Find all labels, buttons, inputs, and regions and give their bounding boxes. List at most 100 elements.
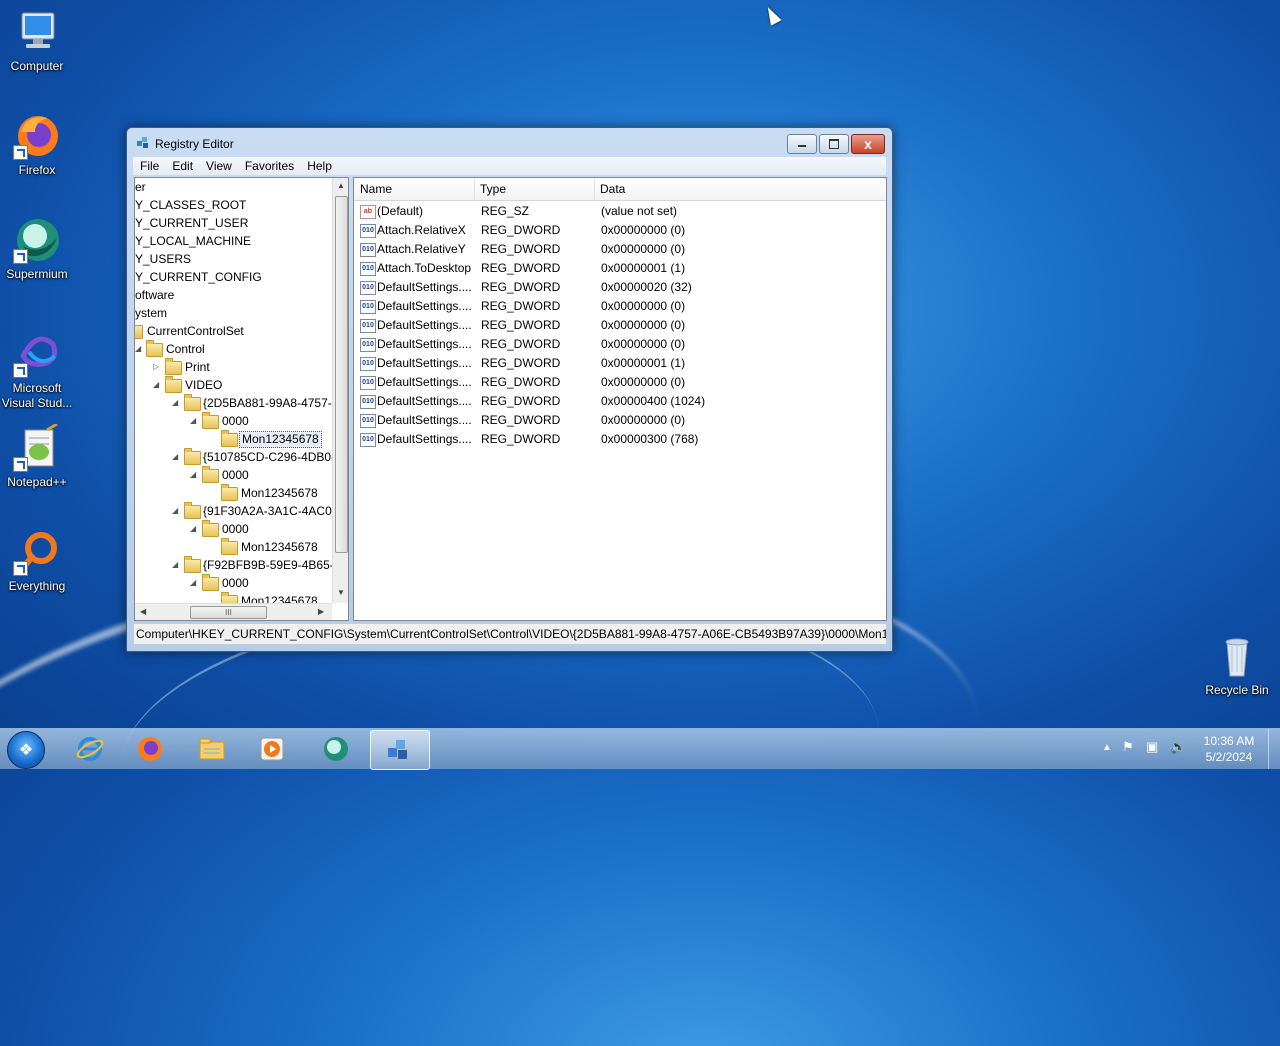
network-icon[interactable]: ▣ [1146, 739, 1158, 755]
taskbar-media-player[interactable] [244, 730, 302, 768]
desktop-icon-label: Everything [8, 579, 66, 593]
desktop-icon-everything[interactable]: Everything [0, 528, 74, 594]
expand-arrow-icon[interactable]: ◢ [172, 556, 178, 574]
registry-editor-icon [136, 136, 150, 150]
list-row[interactable]: ab (Default) REG_SZ (value not set) [354, 202, 884, 221]
menu-help[interactable]: Help [300, 157, 338, 174]
column-header-data[interactable]: Data [594, 178, 886, 200]
notepadpp-icon [13, 422, 61, 472]
value-name: DefaultSettings.... [377, 280, 472, 294]
collapse-arrow-icon[interactable]: ▷ [153, 358, 159, 376]
list-row[interactable]: 010 DefaultSettings.... REG_DWORD 0x0000000… [354, 354, 884, 373]
list-row[interactable]: 010 DefaultSettings.... REG_DWORD 0x0000002… [354, 278, 884, 297]
menu-favorites[interactable]: Favorites [238, 157, 300, 174]
list-row[interactable]: 010 DefaultSettings.... REG_DWORD 0x0000000… [354, 335, 884, 354]
scroll-up-icon[interactable]: ▲ [337, 181, 345, 190]
folder-icon [221, 484, 238, 501]
value-type: REG_DWORD [481, 242, 561, 256]
scroll-thumb[interactable]: III [190, 606, 267, 619]
dword-value-icon: 010 [360, 433, 376, 447]
expand-arrow-icon[interactable]: ◢ [172, 502, 178, 520]
dword-value-icon: 010 [360, 376, 376, 390]
taskbar-file-explorer[interactable] [184, 730, 242, 768]
list-row[interactable]: 010 DefaultSettings.... REG_DWORD 0x0000000… [354, 411, 884, 430]
start-button[interactable]: ❖ [7, 731, 45, 769]
list-row[interactable]: 010 DefaultSettings.... REG_DWORD 0x0000030… [354, 430, 884, 449]
list-row[interactable]: 010 DefaultSettings.... REG_DWORD 0x0000000… [354, 297, 884, 316]
list-row[interactable]: 010 Attach.RelativeY REG_DWORD 0x00000000 (… [354, 240, 884, 259]
desktop-icon-notepadpp[interactable]: Notepad++ [0, 422, 74, 490]
expand-arrow-icon[interactable]: ◢ [172, 394, 178, 412]
desktop-icon-computer[interactable]: Computer [0, 8, 74, 74]
expand-arrow-icon[interactable]: ◢ [153, 376, 159, 394]
column-header-type[interactable]: Type [474, 178, 595, 200]
value-type: REG_DWORD [481, 280, 561, 294]
expand-arrow-icon[interactable]: ◢ [190, 520, 196, 538]
taskbar-internet-explorer[interactable] [62, 730, 120, 768]
folder-icon [184, 556, 201, 573]
registry-tree[interactable]: er Y_CLASSES_ROOT Y_CURRENT_USER Y_LOCAL… [134, 177, 349, 621]
recycle-bin-icon [1213, 632, 1261, 680]
scroll-down-icon[interactable]: ▼ [337, 588, 345, 597]
close-icon: x [864, 136, 872, 152]
menu-edit[interactable]: Edit [165, 157, 199, 174]
value-data: 0x00000020 (32) [601, 280, 692, 294]
value-data: 0x00000001 (1) [601, 261, 686, 275]
value-name: DefaultSettings.... [377, 299, 472, 313]
value-data: 0x00000000 (0) [601, 413, 686, 427]
folder-icon [165, 376, 182, 393]
tree-vertical-scrollbar[interactable]: ▲ ▼ [332, 178, 348, 603]
expand-arrow-icon[interactable]: ◢ [190, 412, 196, 430]
list-row[interactable]: 010 DefaultSettings.... REG_DWORD 0x0000000… [354, 316, 884, 335]
close-button[interactable]: x [851, 134, 885, 154]
column-header-name[interactable]: Name [354, 178, 475, 200]
firefox-icon [138, 737, 162, 761]
list-row[interactable]: 010 Attach.ToDesktop REG_DWORD 0x00000001 (… [354, 259, 884, 278]
registry-editor-icon [388, 740, 407, 759]
folder-icon [184, 502, 201, 519]
taskbar-firefox[interactable] [122, 730, 180, 768]
show-hidden-icons-icon[interactable]: ▲ [1102, 742, 1112, 753]
taskbar-registry-editor[interactable] [370, 730, 430, 770]
desktop-icon-supermium[interactable]: Supermium [0, 216, 74, 282]
desktop-icon-label: Microsoft Visual Stud... [1, 381, 73, 410]
value-data: 0x00000001 (1) [601, 356, 686, 370]
registry-editor-window: Registry Editor x File Edit View Favorites H… [126, 127, 893, 652]
registry-values-list[interactable]: Name Type Data ab (Default) REG_SZ (value n… [353, 177, 887, 621]
value-type: REG_DWORD [481, 261, 561, 275]
value-data: 0x00000000 (0) [601, 337, 686, 351]
minimize-button[interactable] [787, 134, 817, 154]
maximize-button[interactable] [819, 134, 849, 154]
value-data: 0x00000000 (0) [601, 299, 686, 313]
scroll-right-icon[interactable]: ▶ [318, 607, 324, 616]
scroll-thumb[interactable] [335, 196, 348, 553]
scroll-grip-icon: III [225, 608, 232, 617]
action-center-flag-icon[interactable]: ⚑ [1122, 739, 1134, 755]
value-data: 0x00000000 (0) [601, 375, 686, 389]
desktop-icon-visual-studio[interactable]: Microsoft Visual Stud... [0, 330, 74, 411]
expand-arrow-icon[interactable]: ◢ [135, 340, 141, 358]
list-row[interactable]: 010 DefaultSettings.... REG_DWORD 0x0000000… [354, 373, 884, 392]
taskbar-clock[interactable]: 10:36 AM 5/2/2024 [1196, 733, 1262, 765]
dword-value-icon: 010 [360, 395, 376, 409]
menu-view[interactable]: View [199, 157, 238, 174]
scroll-left-icon[interactable]: ◀ [140, 607, 146, 616]
menu-file[interactable]: File [133, 157, 165, 174]
list-row[interactable]: 010 DefaultSettings.... REG_DWORD 0x0000040… [354, 392, 884, 411]
expand-arrow-icon[interactable]: ◢ [190, 574, 196, 592]
show-desktop-button[interactable] [1268, 729, 1280, 769]
taskbar-supermium[interactable] [308, 730, 366, 768]
list-row[interactable]: 010 Attach.RelativeX REG_DWORD 0x00000000 (… [354, 221, 884, 240]
tree-horizontal-scrollbar[interactable]: ◀ III ▶ [135, 603, 332, 620]
expand-arrow-icon[interactable]: ◢ [190, 466, 196, 484]
desktop-icon-firefox[interactable]: Firefox [0, 112, 74, 178]
file-explorer-icon [199, 738, 225, 760]
value-name: DefaultSettings.... [377, 337, 472, 351]
window-title: Registry Editor [155, 137, 234, 151]
expand-arrow-icon[interactable]: ◢ [172, 448, 178, 466]
title-bar[interactable]: Registry Editor x [127, 128, 892, 156]
internet-explorer-icon [76, 737, 104, 761]
folder-icon [202, 466, 219, 483]
desktop-icon-recycle-bin[interactable]: Recycle Bin [1200, 632, 1274, 698]
volume-muted-icon[interactable]: 🔈 [1170, 739, 1186, 755]
